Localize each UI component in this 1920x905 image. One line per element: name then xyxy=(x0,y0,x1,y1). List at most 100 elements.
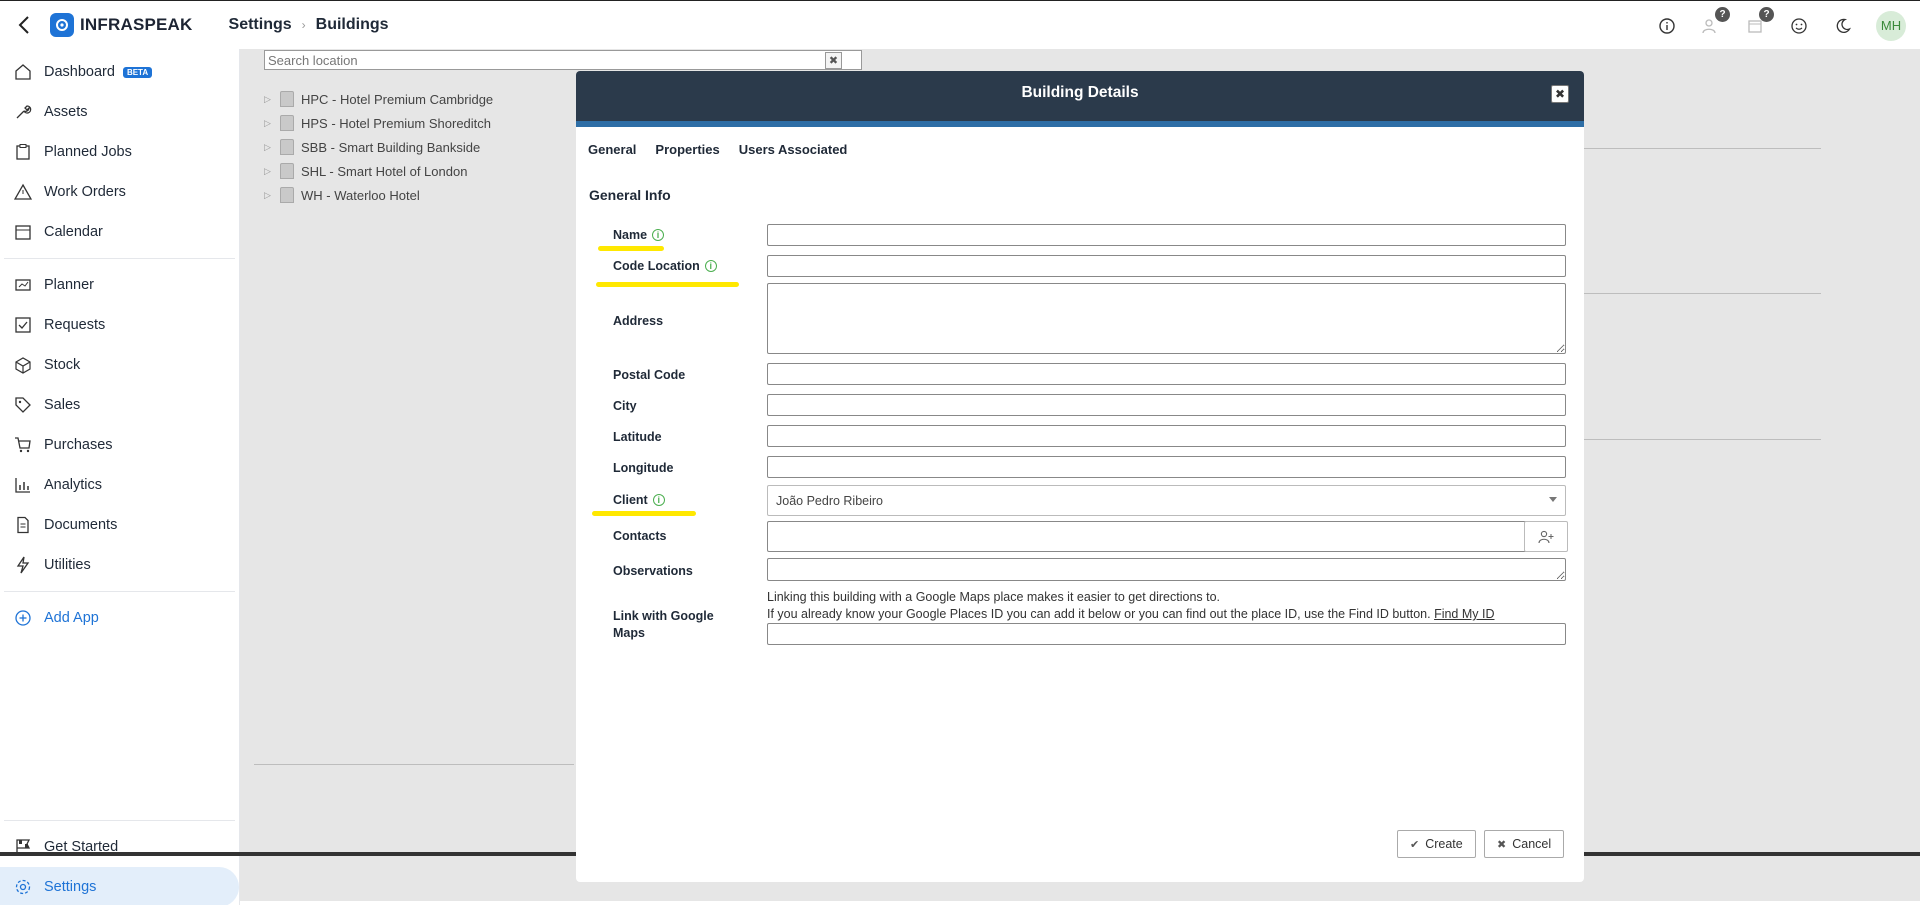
expand-arrow-icon[interactable]: ▷ xyxy=(264,190,274,201)
name-label: Name i xyxy=(613,228,665,242)
sidebar-divider xyxy=(4,258,235,259)
sidebar-item-label: Work Orders xyxy=(44,184,126,200)
tree-item[interactable]: ▷ SBB - Smart Building Bankside xyxy=(264,135,493,159)
add-contact-button[interactable] xyxy=(1524,521,1568,552)
sidebar-item-label: Requests xyxy=(44,317,106,333)
sidebar-item-assets[interactable]: Assets xyxy=(0,92,239,132)
plus-circle-icon xyxy=(15,610,31,626)
city-field[interactable] xyxy=(767,394,1566,416)
breadcrumb-settings[interactable]: Settings xyxy=(229,16,292,34)
info-icon[interactable]: i xyxy=(652,494,665,506)
divider-line xyxy=(1584,148,1821,149)
name-field[interactable] xyxy=(767,224,1566,246)
add-app-label: Add App xyxy=(44,610,99,626)
create-button-label: Create xyxy=(1425,837,1463,851)
breadcrumb-separator-icon: › xyxy=(301,18,306,32)
divider-line xyxy=(254,764,574,765)
clear-search-icon[interactable]: ✖ xyxy=(825,52,842,69)
tree-item-label: HPC - Hotel Premium Cambridge xyxy=(301,91,494,107)
latitude-field[interactable] xyxy=(767,425,1566,447)
infraspeak-logo-icon xyxy=(50,13,74,37)
expand-arrow-icon[interactable]: ▷ xyxy=(264,118,274,129)
yellow-highlight xyxy=(598,246,664,251)
top-right-actions: ? ? MH xyxy=(1656,1,1920,50)
google-places-id-field[interactable] xyxy=(767,623,1566,645)
sidebar-item-calendar[interactable]: Calendar xyxy=(0,212,239,252)
search-location-input[interactable] xyxy=(264,50,862,70)
google-maps-help-text: If you already know your Google Places I… xyxy=(767,607,1431,621)
section-title: General Info xyxy=(589,187,671,203)
sidebar-item-label: Dashboard xyxy=(44,64,115,80)
tree-item[interactable]: ▷ WH - Waterloo Hotel xyxy=(264,183,493,207)
document-icon xyxy=(17,516,29,534)
tree-item[interactable]: ▷ HPS - Hotel Premium Shoreditch xyxy=(264,111,493,135)
sidebar-item-label: Analytics xyxy=(44,477,103,493)
info-icon[interactable]: i xyxy=(704,260,717,272)
help-users-icon[interactable]: ? xyxy=(1700,6,1730,37)
help-calendar-icon[interactable]: ? xyxy=(1744,6,1774,37)
building-icon xyxy=(280,139,294,155)
longitude-label: Longitude xyxy=(613,461,674,475)
code-location-field[interactable] xyxy=(767,255,1566,277)
check-icon: ✔ xyxy=(1410,838,1420,851)
sidebar-item-requests[interactable]: Requests xyxy=(0,305,239,345)
name-label-text: Name xyxy=(613,228,648,242)
app-logo[interactable]: INFRASPEAK xyxy=(50,13,193,37)
breadcrumb: Settings › Buildings xyxy=(229,16,389,34)
expand-arrow-icon[interactable]: ▷ xyxy=(264,166,274,177)
info-icon[interactable]: i xyxy=(652,229,665,241)
info-icon[interactable] xyxy=(1656,15,1678,37)
expand-arrow-icon[interactable]: ▷ xyxy=(264,94,274,105)
sidebar-item-get-started[interactable]: Get Started xyxy=(0,827,239,867)
sidebar-item-purchases[interactable]: Purchases xyxy=(0,425,239,465)
sidebar-item-planner[interactable]: Planner xyxy=(0,265,239,305)
sidebar-item-settings[interactable]: Settings xyxy=(0,867,239,905)
warning-icon xyxy=(14,183,32,200)
postal-code-field[interactable] xyxy=(767,363,1566,385)
contacts-label: Contacts xyxy=(613,529,667,543)
tab-users-associated[interactable]: Users Associated xyxy=(739,142,848,157)
address-field[interactable] xyxy=(767,283,1566,354)
code-location-label: Code Location i xyxy=(613,259,717,273)
expand-arrow-icon[interactable]: ▷ xyxy=(264,142,274,153)
create-button[interactable]: ✔ Create xyxy=(1397,830,1476,858)
sidebar-item-label: Stock xyxy=(44,357,81,373)
client-select[interactable]: João Pedro Ribeiro xyxy=(767,485,1566,516)
help-badge: ? xyxy=(1759,6,1774,22)
sidebar: Dashboard BETA Assets Planned Jobs Work … xyxy=(0,49,240,905)
close-icon[interactable]: ✖ xyxy=(1551,85,1569,103)
location-tree: ▷ HPC - Hotel Premium Cambridge ▷ HPS - … xyxy=(264,87,493,207)
tab-properties[interactable]: Properties xyxy=(655,142,719,157)
observations-field[interactable] xyxy=(767,558,1566,581)
breadcrumb-buildings: Buildings xyxy=(315,16,389,33)
cart-icon xyxy=(15,437,31,453)
back-arrow-icon[interactable] xyxy=(14,15,34,35)
sidebar-item-dashboard[interactable]: Dashboard BETA xyxy=(0,52,239,92)
contacts-field[interactable] xyxy=(767,521,1527,552)
smiley-icon[interactable] xyxy=(1788,15,1810,37)
sidebar-divider xyxy=(4,820,235,821)
moon-icon[interactable] xyxy=(1832,15,1854,37)
sidebar-item-utilities[interactable]: Utilities xyxy=(0,545,239,585)
sidebar-item-analytics[interactable]: Analytics xyxy=(0,465,239,505)
sidebar-item-documents[interactable]: Documents xyxy=(0,505,239,545)
sidebar-divider xyxy=(4,591,235,592)
add-app-button[interactable]: Add App xyxy=(0,598,239,638)
help-badge: ? xyxy=(1715,6,1730,22)
cancel-button[interactable]: ✖ Cancel xyxy=(1484,830,1565,858)
tab-general[interactable]: General xyxy=(588,142,636,157)
tree-item[interactable]: ▷ SHL - Smart Hotel of London xyxy=(264,159,493,183)
gear-icon xyxy=(15,879,31,895)
longitude-field[interactable] xyxy=(767,456,1566,478)
latitude-label: Latitude xyxy=(613,430,662,444)
sidebar-item-stock[interactable]: Stock xyxy=(0,345,239,385)
avatar[interactable]: MH xyxy=(1876,10,1906,41)
tree-item[interactable]: ▷ HPC - Hotel Premium Cambridge xyxy=(264,87,493,111)
tree-item-label: SBB - Smart Building Bankside xyxy=(301,139,481,155)
sidebar-item-work-orders[interactable]: Work Orders xyxy=(0,172,239,212)
tag-icon xyxy=(15,397,31,413)
sidebar-item-sales[interactable]: Sales xyxy=(0,385,239,425)
observations-label: Observations xyxy=(613,564,693,578)
find-my-id-link[interactable]: Find My ID xyxy=(1434,607,1494,621)
sidebar-item-planned-jobs[interactable]: Planned Jobs xyxy=(0,132,239,172)
